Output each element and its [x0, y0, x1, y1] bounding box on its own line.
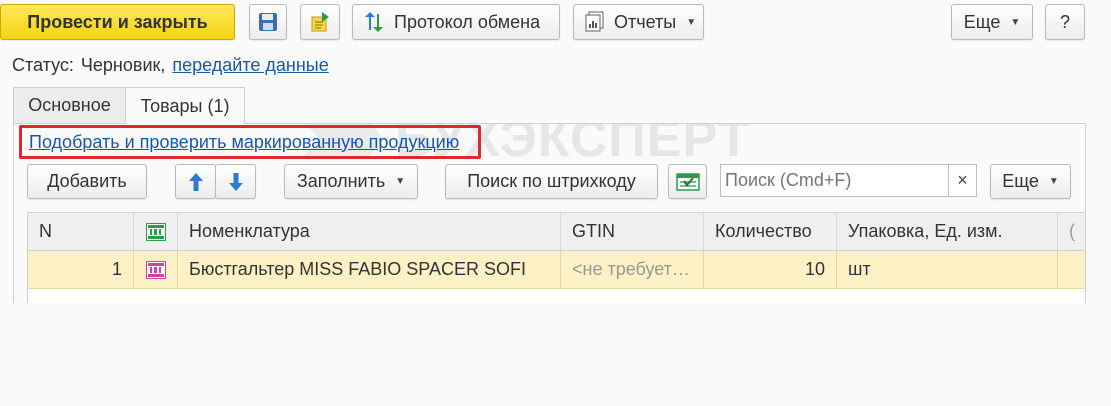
column-header-label: GTIN	[572, 221, 615, 241]
reports-icon	[585, 11, 604, 32]
exchange-log-label: Протокол обмена	[394, 11, 541, 32]
reports-button[interactable]: Отчеты ▼	[573, 4, 704, 40]
table-row[interactable]: 1 Бюстгальтер MISS FABIO SPACER SOFI <не…	[28, 251, 1085, 289]
chevron-down-icon: ▼	[395, 176, 406, 187]
column-header-unit[interactable]: Упаковка, Ед. изм.	[837, 213, 1057, 250]
add-button[interactable]: Добавить	[27, 164, 147, 199]
pick-marked-goods-link[interactable]: Подобрать и проверить маркированную прод…	[29, 132, 459, 153]
help-button[interactable]: ?	[1045, 4, 1085, 40]
load-documents-button[interactable]	[300, 4, 340, 40]
document-load-icon	[311, 12, 329, 32]
status-line: Статус: Черновик, передайте данные	[12, 54, 329, 76]
save-icon	[259, 13, 277, 31]
arrow-up-icon	[188, 172, 203, 191]
tab-goods[interactable]: Товары (1)	[125, 87, 245, 124]
status-label: Статус:	[12, 54, 74, 75]
help-label: ?	[1059, 11, 1070, 32]
column-header-gtin[interactable]: GTIN	[561, 213, 703, 250]
barcode-search-label: Поиск по штрихкоду	[467, 171, 636, 191]
search-input[interactable]	[725, 170, 948, 191]
post-and-close-label: Провести и закрыть	[27, 11, 208, 32]
more-actions-button[interactable]: Еще ▼	[951, 4, 1033, 40]
post-and-close-button[interactable]: Провести и закрыть	[0, 4, 235, 40]
tab-goods-label: Товары (1)	[140, 95, 230, 116]
add-label: Добавить	[47, 171, 127, 191]
chevron-down-icon: ▼	[686, 16, 697, 28]
column-header-label: N	[39, 221, 52, 241]
goods-table: N Номенклатура GTIN Количество Упаковка,…	[27, 212, 1085, 303]
cell-nomenclature: Бюстгальтер MISS FABIO SPACER SOFI	[189, 259, 526, 279]
column-header-next[interactable]: (	[1058, 213, 1085, 250]
cell-quantity: 10	[804, 259, 825, 279]
column-header-mark[interactable]	[134, 213, 177, 250]
marking-code-icon	[145, 260, 166, 279]
fill-button[interactable]: Заполнить ▼	[284, 164, 418, 199]
cell-n: 1	[111, 259, 122, 279]
cell-mark	[134, 251, 177, 288]
transfer-data-link[interactable]: передайте данные	[172, 55, 328, 76]
goods-more-button[interactable]: Еще ▼	[990, 164, 1071, 199]
column-header-label: Количество	[715, 221, 812, 241]
chevron-down-icon: ▼	[1048, 176, 1059, 187]
marked-goods-check-button[interactable]	[668, 164, 707, 199]
cell-unit: шт	[848, 259, 871, 279]
barcode-search-button[interactable]: Поиск по штрихкоду	[445, 164, 658, 199]
column-header-label: Номенклатура	[189, 221, 310, 241]
search-clear-button[interactable]: ×	[948, 164, 977, 197]
check-list-icon	[675, 172, 700, 191]
column-header-nomenclature[interactable]: Номенклатура	[178, 213, 560, 250]
column-header-n[interactable]: N	[28, 213, 133, 250]
search-field-wrap	[720, 164, 949, 197]
move-down-button[interactable]	[215, 164, 256, 199]
column-header-label: Упаковка, Ед. изм.	[848, 221, 1003, 241]
tab-main[interactable]: Основное	[13, 87, 126, 123]
goods-more-label: Еще	[1002, 171, 1039, 191]
arrow-down-icon	[228, 172, 243, 191]
cell-gtin: <не требует…	[572, 259, 690, 279]
goods-tab-panel: БУХЭКСПЕРТ Подобрать и проверить маркиро…	[13, 123, 1086, 303]
close-icon: ×	[957, 170, 968, 190]
save-button[interactable]	[249, 4, 287, 40]
move-up-button[interactable]	[175, 164, 216, 199]
fill-label: Заполнить	[296, 171, 386, 191]
tab-main-label: Основное	[28, 95, 111, 115]
more-actions-label: Еще	[963, 11, 1001, 32]
table-header: N Номенклатура GTIN Количество Упаковка,…	[28, 213, 1085, 251]
column-header-quantity[interactable]: Количество	[704, 213, 836, 250]
exchange-arrows-icon	[365, 12, 383, 32]
pick-marked-goods-frame: Подобрать и проверить маркированную прод…	[19, 125, 481, 159]
column-header-label: (	[1069, 221, 1075, 241]
reports-label: Отчеты	[614, 11, 677, 32]
chevron-down-icon: ▼	[1010, 16, 1021, 28]
exchange-log-button[interactable]: Протокол обмена	[352, 4, 560, 40]
status-value: Черновик,	[80, 54, 166, 75]
marking-code-icon	[145, 222, 166, 241]
